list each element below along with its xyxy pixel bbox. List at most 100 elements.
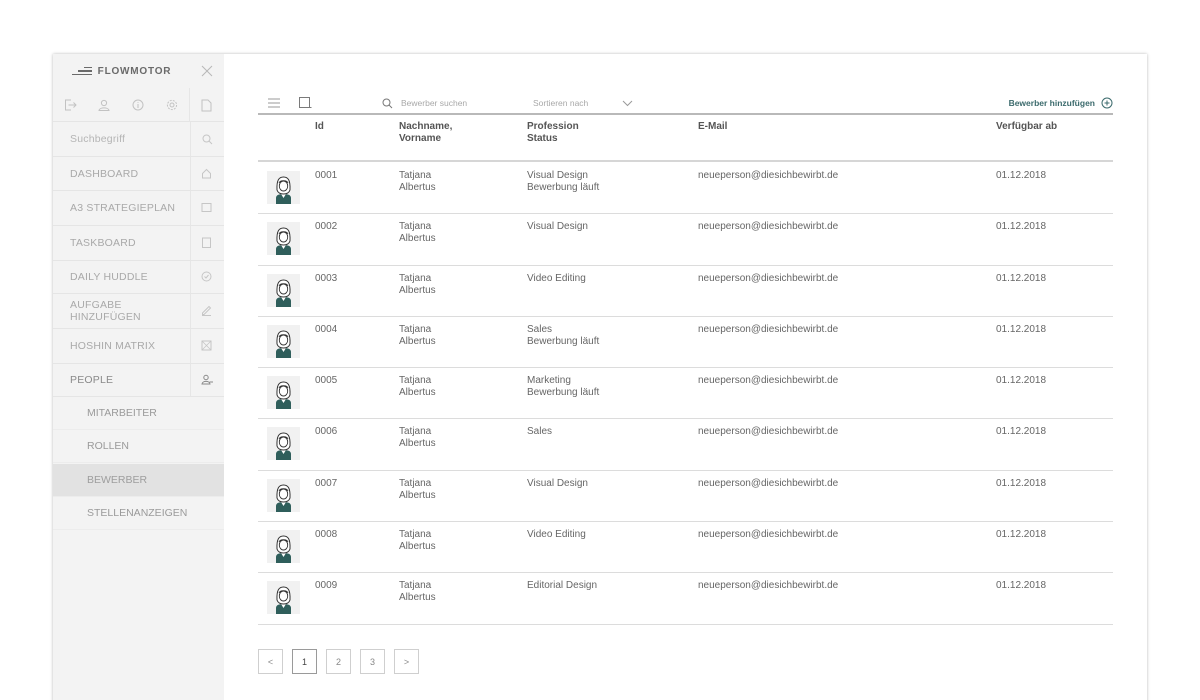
cell-email[interactable]: neueperson@diesichbewirbt.de xyxy=(698,580,838,592)
avatar-icon xyxy=(276,330,291,358)
cell-email[interactable]: neueperson@diesichbewirbt.de xyxy=(698,170,838,182)
applicant-search-input[interactable]: Bewerber suchen xyxy=(401,98,467,108)
cell-profession: Video Editing xyxy=(527,529,586,541)
avatar-icon xyxy=(276,432,291,461)
sidebar-item-taskboard[interactable]: TASKBOARD xyxy=(53,226,224,261)
sidebar-subitem-stellenanzeigen[interactable]: STELLENANZEIGEN xyxy=(53,497,224,530)
table-body: 0001 Tatjana Albertus Visual Design Bewerbun… xyxy=(258,163,1113,625)
table-row[interactable]: 0009 Tatjana Albertus Editorial Design neuep… xyxy=(258,573,1113,625)
cell-name: Tatjana Albertus xyxy=(399,324,436,348)
sidebar-item-icon-cell xyxy=(190,191,224,225)
sidebar-subitem-bewerber[interactable]: BEWERBER xyxy=(53,464,224,497)
table-row[interactable]: 0005 Tatjana Albertus Marketing Bewerbung lä… xyxy=(258,368,1113,420)
table-row[interactable]: 0001 Tatjana Albertus Visual Design Bewerbun… xyxy=(258,163,1113,215)
table-row[interactable]: 0003 Tatjana Albertus Video Editing neuepers… xyxy=(258,266,1113,317)
page-button-1[interactable]: 1 xyxy=(292,649,317,674)
applicant-search[interactable]: Bewerber suchen xyxy=(382,92,467,114)
sidebar-item-dashboard[interactable]: DASHBOARD xyxy=(53,157,224,191)
list-view-button[interactable] xyxy=(268,92,280,114)
header-id[interactable]: Id xyxy=(315,121,324,133)
cell-profession: Marketing Bewerbung läuft xyxy=(527,375,599,399)
cell-last-name: Albertus xyxy=(399,284,436,296)
sidebar-item-a3-strategieplan[interactable]: A3 STRATEGIEPLAN xyxy=(53,191,224,226)
table-row[interactable]: 0007 Tatjana Albertus Visual Design neuepers… xyxy=(258,471,1113,523)
square-icon xyxy=(299,97,312,108)
home-icon xyxy=(202,168,211,178)
page-button-3[interactable]: 3 xyxy=(360,649,385,674)
sidebar-search-button[interactable] xyxy=(190,122,224,156)
add-applicant-button[interactable]: Bewerber hinzufügen xyxy=(1009,92,1113,114)
cell-email[interactable]: neueperson@diesichbewirbt.de xyxy=(698,221,838,233)
header-name[interactable]: Nachname, Vorname xyxy=(399,121,452,145)
avatar-icon xyxy=(276,381,291,410)
sidebar-item-aufgabe-hinzuf-gen[interactable]: AUFGABE HINZUFÜGEN xyxy=(53,294,224,329)
toolbar: Bewerber suchen Sortieren nach Bewerber … xyxy=(258,92,1113,114)
cell-profession-name: Editorial Design xyxy=(527,580,598,592)
cell-name: Tatjana Albertus xyxy=(399,529,436,553)
cell-email[interactable]: neueperson@diesichbewirbt.de xyxy=(698,273,838,285)
table-row[interactable]: 0002 Tatjana Albertus Visual Design neuepers… xyxy=(258,214,1113,266)
sidebar-item-icon-cell xyxy=(190,226,224,260)
cell-email[interactable]: neueperson@diesichbewirbt.de xyxy=(698,426,838,438)
sort-select-label: Sortieren nach xyxy=(533,98,589,108)
sidebar-item-daily-huddle[interactable]: DAILY HUDDLE xyxy=(53,261,224,294)
cell-available: 01.12.2018 xyxy=(996,323,1047,335)
cell-profession-name: Marketing xyxy=(527,375,571,387)
cell-profession-name: Video Editing xyxy=(527,529,586,541)
close-sidebar-button[interactable] xyxy=(190,54,224,88)
pencil-icon xyxy=(202,305,212,316)
cell-profession: Visual Design xyxy=(527,478,588,490)
sidebar-item-label: TASKBOARD xyxy=(70,237,136,249)
sidebar-subitem-mitarbeiter[interactable]: MITARBEITER xyxy=(53,397,224,430)
close-icon xyxy=(201,65,213,77)
cell-email[interactable]: neueperson@diesichbewirbt.de xyxy=(698,375,838,387)
info-button[interactable] xyxy=(121,88,155,122)
cell-available: 01.12.2018 xyxy=(996,272,1047,284)
sidebar-search[interactable]: Suchbegriff xyxy=(53,122,224,157)
info-icon xyxy=(132,99,144,111)
cell-email[interactable]: neueperson@diesichbewirbt.de xyxy=(698,324,838,336)
page-prev-button[interactable]: < xyxy=(258,649,283,674)
settings-button[interactable] xyxy=(155,88,189,122)
avatar xyxy=(267,376,300,410)
cell-email[interactable]: neueperson@diesichbewirbt.de xyxy=(698,478,838,490)
sidebar-icon-bar xyxy=(53,88,224,122)
sidebar-item-label: AUFGABE HINZUFÜGEN xyxy=(70,299,141,323)
table-row[interactable]: 0008 Tatjana Albertus Video Editing neuepers… xyxy=(258,522,1113,574)
cell-id: 0005 xyxy=(315,375,338,387)
header-available[interactable]: Verfügbar ab xyxy=(996,121,1057,133)
document-button[interactable] xyxy=(189,88,223,122)
cell-name: Tatjana Albertus xyxy=(399,375,436,399)
page-button-2[interactable]: 2 xyxy=(326,649,351,674)
avatar xyxy=(267,273,300,307)
header-profession[interactable]: Profession Status xyxy=(527,121,579,145)
sidebar-subitem-rollen[interactable]: ROLLEN xyxy=(53,430,224,463)
sidebar-item-hoshin-matrix[interactable]: HOSHIN MATRIX xyxy=(53,329,224,364)
cell-last-name: Albertus xyxy=(399,592,436,604)
table-row[interactable]: 0004 Tatjana Albertus Sales Bewerbung läuft n… xyxy=(258,317,1113,369)
sidebar-item-label: PEOPLE xyxy=(70,374,114,386)
page-next-button[interactable]: > xyxy=(394,649,419,674)
sidebar-search-input[interactable]: Suchbegriff xyxy=(53,122,190,156)
tile-view-button[interactable] xyxy=(299,92,312,114)
avatar xyxy=(267,427,300,461)
cell-profession: Editorial Design xyxy=(527,580,597,592)
cell-available: 01.12.2018 xyxy=(996,170,1047,181)
cell-last-name: Albertus xyxy=(399,541,436,553)
avatar-icon xyxy=(276,535,291,564)
cell-id: 0003 xyxy=(315,272,338,284)
sidebar-item-icon-cell xyxy=(190,329,224,363)
sort-select[interactable]: Sortieren nach xyxy=(533,92,633,114)
sidebar-item-people[interactable]: PEOPLE xyxy=(53,364,224,397)
cell-email[interactable]: neueperson@diesichbewirbt.de xyxy=(698,529,838,541)
profile-button[interactable] xyxy=(87,88,121,122)
sidebar: FLOWMOTOR Suchbegriff DASHBOARD A3 STRAT… xyxy=(53,54,224,700)
header-email[interactable]: E-Mail xyxy=(698,121,727,133)
logout-button[interactable] xyxy=(53,88,87,122)
cell-profession: Sales Bewerbung läuft xyxy=(527,324,599,348)
avatar-icon xyxy=(276,586,291,615)
cell-id: 0009 xyxy=(315,580,338,592)
cell-first-name: Tatjana xyxy=(399,272,432,284)
cell-first-name: Tatjana xyxy=(399,221,432,233)
table-row[interactable]: 0006 Tatjana Albertus Sales neueperson@diesi… xyxy=(258,419,1113,471)
